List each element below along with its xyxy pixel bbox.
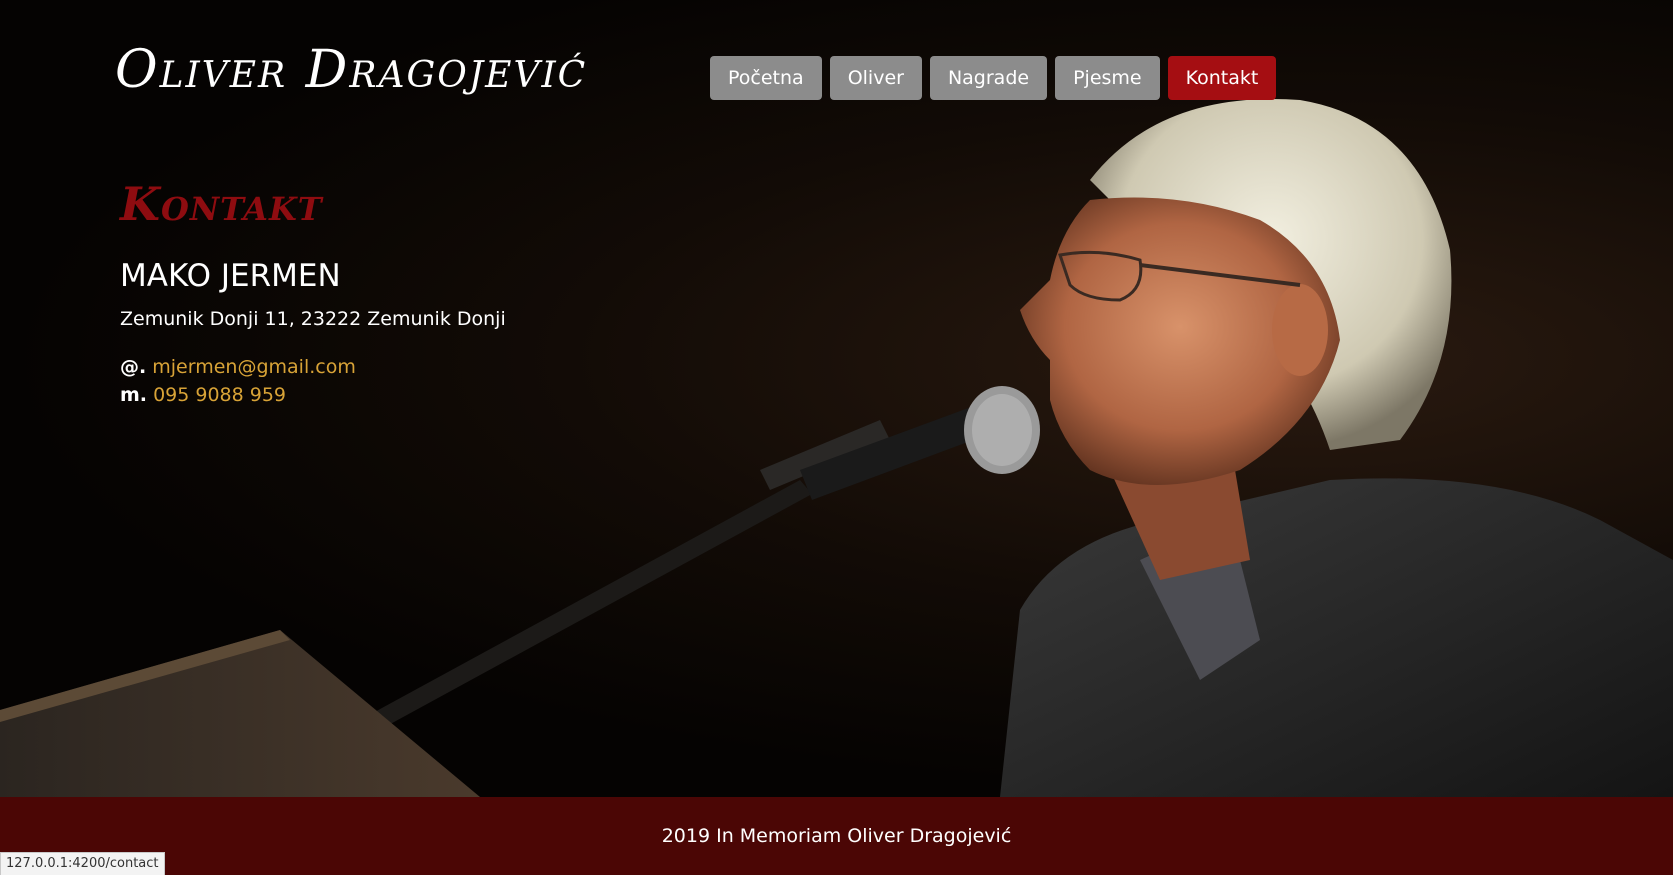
contact-address: Zemunik Donji 11, 23222 Zemunik Donji [120,308,506,330]
page: Oliver Dragojević Početna Oliver Nagrade… [0,0,1673,875]
site-logo[interactable]: Oliver Dragojević [115,40,587,100]
nav-nagrade-button[interactable]: Nagrade [929,56,1048,100]
contact-phone-row: m. 095 9088 959 [120,384,506,406]
nav-kontakt-button[interactable]: Kontakt [1167,56,1277,100]
page-title: Kontakt [120,177,323,231]
contact-section: Kontakt MAKO JERMEN Zemunik Donji 11, 23… [120,178,506,406]
phone-label: m. [120,384,148,406]
status-bar-url: 127.0.0.1:4200/contact [0,852,165,875]
nav-oliver-button[interactable]: Oliver [829,56,922,100]
contact-email-row: @. mjermen@gmail.com [120,356,506,378]
main-nav: Početna Oliver Nagrade Pjesme Kontakt [710,56,1277,100]
email-label: @. [120,356,147,378]
nav-pjesme-button[interactable]: Pjesme [1055,56,1160,100]
email-link[interactable]: mjermen@gmail.com [152,356,356,378]
footer: 2019 In Memoriam Oliver Dragojević [0,797,1673,875]
contact-name: MAKO JERMEN [120,258,341,294]
nav-pocetna-button[interactable]: Početna [710,56,822,100]
phone-link[interactable]: 095 9088 959 [153,384,286,406]
footer-text: 2019 In Memoriam Oliver Dragojević [661,825,1012,847]
